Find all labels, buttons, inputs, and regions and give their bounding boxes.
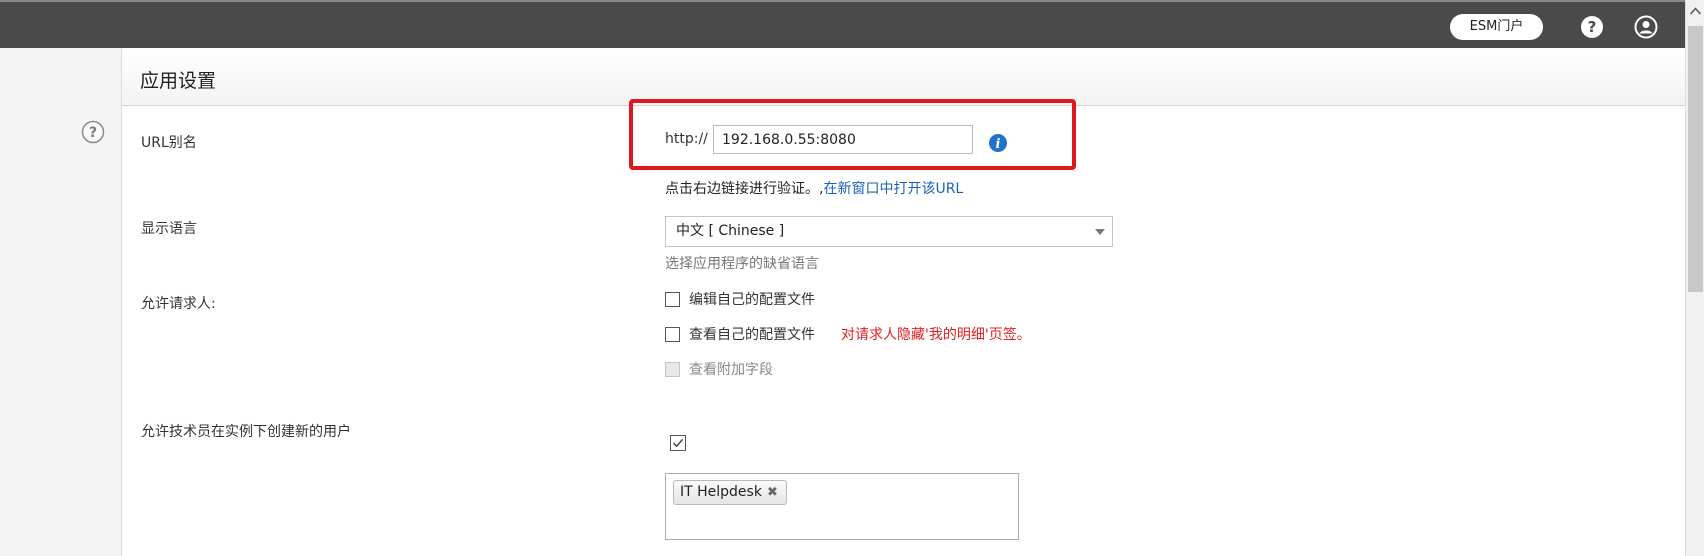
language-selected-value: 中文 [ Chinese ]	[676, 223, 785, 239]
view-profile-option[interactable]: 查看自己的配置文件 对请求人隐藏'我的明细'页签。	[665, 325, 1031, 343]
url-verify-text: 点击右边链接进行验证。,在新窗口中打开该URL	[665, 178, 963, 198]
dropdown-arrow-icon	[1095, 229, 1105, 235]
esm-portal-button[interactable]: ESM门户	[1450, 14, 1543, 40]
instance-tag-input[interactable]: IT Helpdesk ✖	[665, 473, 1019, 540]
open-url-link[interactable]: 在新窗口中打开该URL	[823, 181, 963, 197]
page-title: 应用设置	[140, 70, 217, 92]
svg-text:?: ?	[1588, 18, 1597, 36]
hide-details-note: 对请求人隐藏'我的明细'页签。	[841, 327, 1031, 343]
requester-label: 允许请求人:	[141, 296, 216, 312]
edit-profile-label: 编辑自己的配置文件	[689, 292, 815, 308]
help-circle-icon[interactable]: ?	[1580, 15, 1604, 39]
verify-instruction: 点击右边链接进行验证。,	[665, 181, 824, 197]
url-alias-label: URL别名	[141, 135, 197, 151]
top-bar: ESM门户 ?	[0, 0, 1704, 48]
scroll-up-arrow-icon[interactable]	[1689, 6, 1702, 16]
svg-text:?: ?	[89, 125, 97, 141]
highlight-box	[629, 99, 1076, 170]
language-help-text: 选择应用程序的缺省语言	[665, 256, 819, 272]
instance-tag: IT Helpdesk ✖	[673, 480, 787, 505]
vertical-scrollbar[interactable]	[1685, 0, 1704, 556]
user-profile-icon[interactable]	[1634, 15, 1658, 39]
left-sidebar: ?	[0, 48, 122, 556]
scrollbar-thumb[interactable]	[1688, 26, 1703, 292]
view-extra-fields-option: 查看附加字段	[665, 360, 773, 378]
help-icon[interactable]: ?	[81, 120, 105, 144]
remove-tag-icon[interactable]: ✖	[767, 481, 778, 504]
page-header: 应用设置	[122, 48, 1685, 106]
edit-profile-option[interactable]: 编辑自己的配置文件	[665, 290, 815, 308]
view-profile-label: 查看自己的配置文件	[689, 327, 815, 343]
view-extra-fields-label: 查看附加字段	[689, 362, 773, 378]
language-select[interactable]: 中文 [ Chinese ]	[665, 216, 1113, 247]
technician-create-user-label: 允许技术员在实例下创建新的用户	[141, 424, 351, 440]
instance-tag-label: IT Helpdesk	[680, 484, 762, 500]
edit-profile-checkbox[interactable]	[665, 291, 680, 307]
language-label: 显示语言	[141, 221, 197, 237]
technician-create-user-checkbox[interactable]	[670, 435, 686, 451]
view-extra-fields-checkbox	[665, 361, 680, 377]
view-profile-checkbox[interactable]	[665, 326, 680, 342]
